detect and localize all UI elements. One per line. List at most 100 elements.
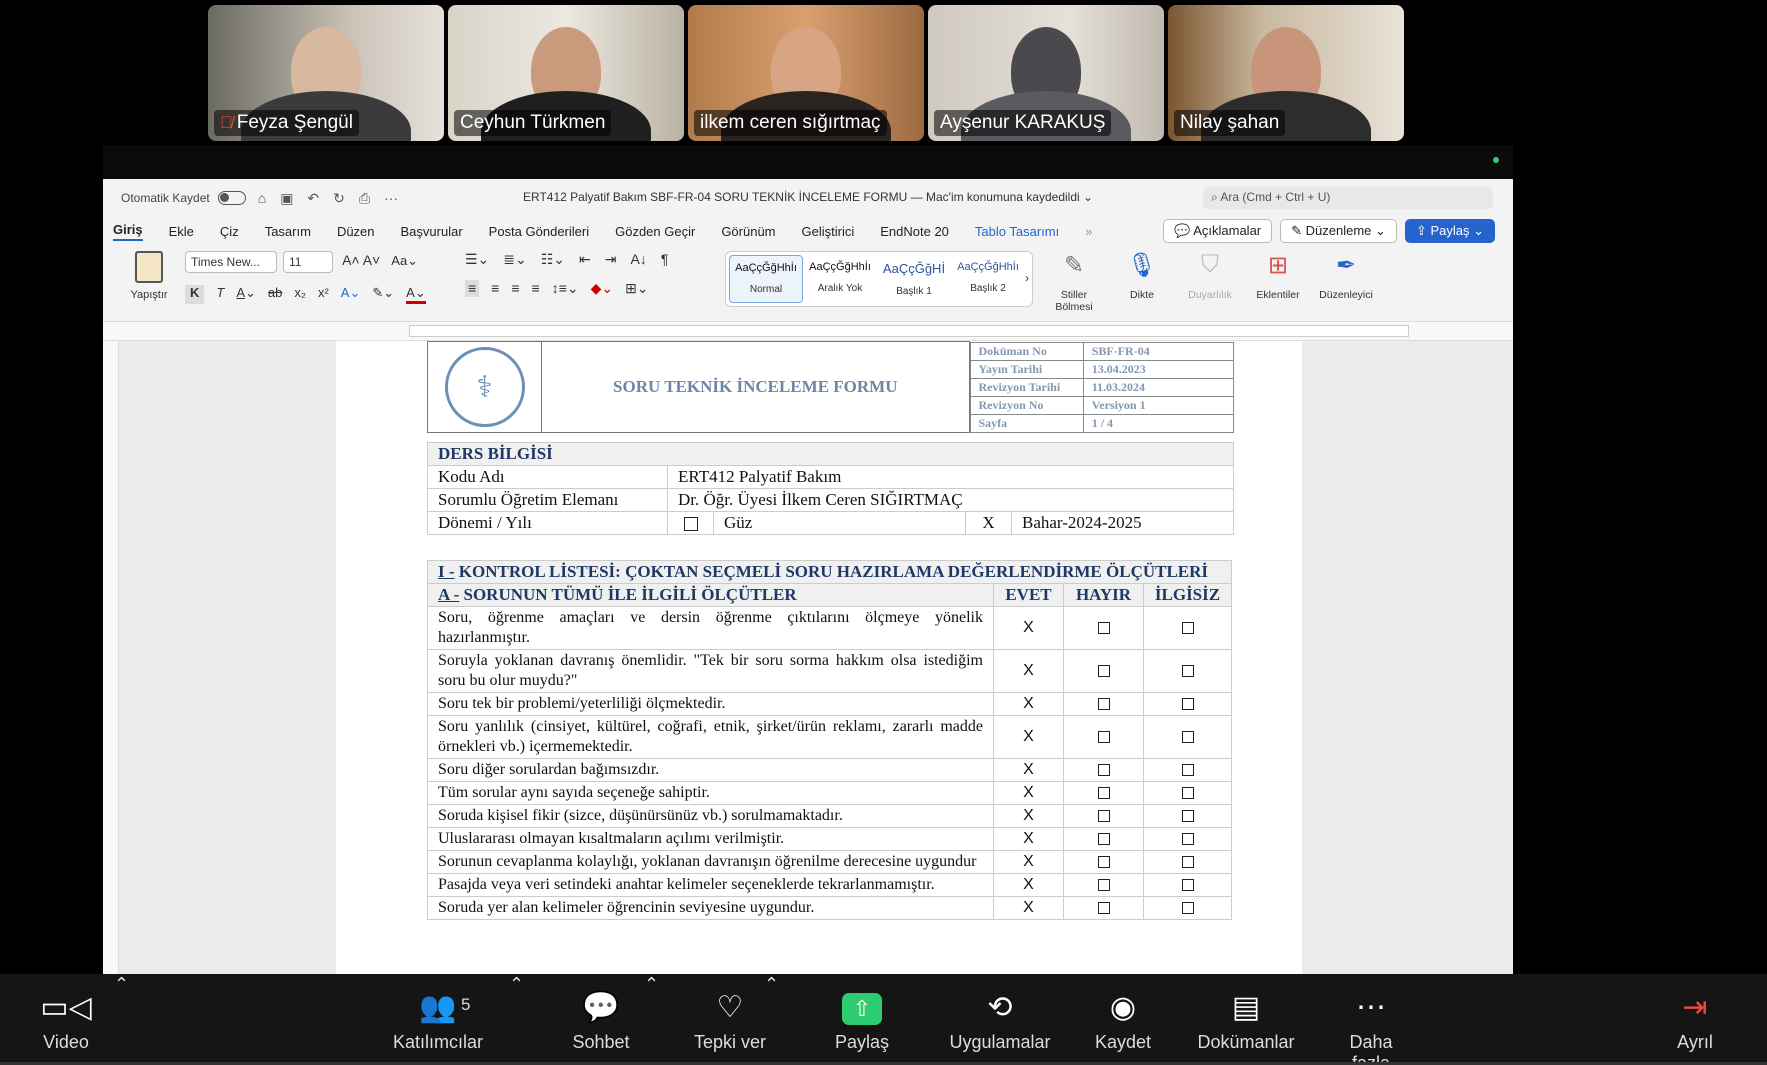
- align-right-icon[interactable]: ≡: [511, 280, 519, 297]
- show-formatting-icon[interactable]: ¶: [661, 251, 669, 268]
- not-applicable-checkbox[interactable]: [1143, 606, 1232, 650]
- yes-mark[interactable]: X: [993, 896, 1064, 920]
- participants-button[interactable]: 👥 Katılımcılar: [388, 974, 488, 1053]
- sensitivity-button[interactable]: ⛉ Duyarlılık: [1177, 251, 1243, 301]
- video-options-caret[interactable]: ⌃: [114, 974, 129, 995]
- numbering-icon[interactable]: ≣⌄: [503, 251, 526, 268]
- align-center-icon[interactable]: ≡: [491, 280, 499, 297]
- tab-mailings[interactable]: Posta Gönderileri: [489, 224, 589, 239]
- horizontal-ruler[interactable]: [103, 321, 1513, 341]
- strikethrough-icon[interactable]: ab: [268, 285, 282, 304]
- underline-icon[interactable]: A⌄: [236, 285, 256, 304]
- tab-draw[interactable]: Çiz: [220, 224, 239, 239]
- redo-icon[interactable]: ↻: [333, 190, 345, 207]
- multilevel-list-icon[interactable]: ☷⌄: [541, 251, 565, 268]
- instructor-value[interactable]: Dr. Öğr. Üyesi İlkem Ceren SIĞIRTMAÇ: [667, 488, 1234, 512]
- tab-developer[interactable]: Geliştirici: [802, 224, 855, 239]
- addins-button[interactable]: ⊞ Eklentiler: [1245, 251, 1311, 301]
- document-title[interactable]: ERT412 Palyatif Bakım SBF-FR-04 SORU TEK…: [523, 190, 1093, 204]
- video-button[interactable]: ▭◁ Video: [38, 974, 94, 1053]
- increase-indent-icon[interactable]: ⇥: [605, 251, 617, 268]
- autosave-toggle[interactable]: [217, 191, 246, 205]
- style-normal[interactable]: AaÇçĞğHhİı Normal: [729, 255, 803, 303]
- not-applicable-checkbox[interactable]: [1143, 873, 1232, 897]
- italic-icon[interactable]: T: [216, 285, 224, 304]
- chat-button[interactable]: 💬 Sohbet: [570, 974, 632, 1053]
- tab-view[interactable]: Görünüm: [721, 224, 775, 239]
- font-size-select[interactable]: 11: [283, 251, 333, 273]
- participants-options-caret[interactable]: ⌃: [509, 974, 524, 995]
- participant-tile-active-speaker[interactable]: Ceyhun Türkmen: [448, 5, 684, 141]
- yes-mark[interactable]: X: [993, 606, 1064, 650]
- style-heading-1[interactable]: AaÇçĞğHİ Başlık 1: [877, 255, 951, 303]
- dictate-button[interactable]: 🎙 Dikte: [1109, 251, 1175, 301]
- no-checkbox[interactable]: [1063, 827, 1144, 851]
- styles-more-icon[interactable]: ›: [1025, 255, 1029, 303]
- document-page[interactable]: ⚕ SORU TEKNİK İNCELEME FORMU Doküman No S…: [336, 341, 1302, 974]
- home-icon[interactable]: ⌂: [258, 190, 266, 206]
- participant-tile[interactable]: 🎙̸ Feyza Şengül: [208, 5, 444, 141]
- search-input[interactable]: ⌕ Ara (Cmd + Ctrl + U): [1203, 187, 1493, 209]
- apps-button[interactable]: ⟲ Uygulamalar: [948, 974, 1052, 1053]
- participant-tile[interactable]: Nilay şahan: [1168, 5, 1404, 141]
- editor-button[interactable]: ✒ Düzenleyici: [1313, 251, 1379, 301]
- font-color-icon[interactable]: A⌄: [406, 285, 426, 304]
- more-icon[interactable]: ···: [384, 190, 398, 206]
- print-icon[interactable]: ⎙: [359, 190, 370, 207]
- tab-layout[interactable]: Düzen: [337, 224, 375, 239]
- documents-button[interactable]: ▤ Dokümanlar: [1194, 974, 1298, 1053]
- participant-tile[interactable]: ilkem ceren sığırtmaç: [688, 5, 924, 141]
- no-checkbox[interactable]: [1063, 606, 1144, 650]
- fall-checkbox[interactable]: [667, 511, 714, 535]
- tab-insert[interactable]: Ekle: [169, 224, 194, 239]
- react-options-caret[interactable]: ⌃: [764, 974, 779, 995]
- tab-review[interactable]: Gözden Geçir: [615, 224, 695, 239]
- shared-word-window[interactable]: Otomatik Kaydet ⌂ ▣ ↶ ↻ ⎙ ··· ERT412 Pal…: [103, 179, 1513, 974]
- undo-icon[interactable]: ↶: [307, 190, 319, 207]
- save-icon[interactable]: ▣: [280, 190, 293, 207]
- decrease-indent-icon[interactable]: ⇤: [579, 251, 591, 268]
- tabs-overflow-icon[interactable]: »: [1085, 224, 1092, 239]
- yes-mark[interactable]: X: [993, 827, 1064, 851]
- not-applicable-checkbox[interactable]: [1143, 896, 1232, 920]
- yes-mark[interactable]: X: [993, 649, 1064, 693]
- borders-icon[interactable]: ⊞⌄: [625, 280, 648, 297]
- superscript-icon[interactable]: x²: [318, 285, 329, 304]
- yes-mark[interactable]: X: [993, 715, 1064, 759]
- leave-button[interactable]: ⇥ Ayrıl: [1673, 974, 1717, 1053]
- line-spacing-icon[interactable]: ↕≡⌄: [552, 280, 579, 297]
- text-effects-icon[interactable]: A⌄: [341, 285, 361, 304]
- no-checkbox[interactable]: [1063, 781, 1144, 805]
- share-screen-button[interactable]: ⇧ Paylaş: [832, 974, 892, 1053]
- spring-checkbox-mark[interactable]: X: [965, 511, 1012, 535]
- font-name-select[interactable]: Times New...: [185, 251, 277, 273]
- subscript-icon[interactable]: x₂: [294, 285, 306, 304]
- yes-mark[interactable]: X: [993, 873, 1064, 897]
- comments-button[interactable]: 💬 Açıklamalar: [1163, 219, 1273, 243]
- no-checkbox[interactable]: [1063, 758, 1144, 782]
- style-heading-2[interactable]: AaÇçĞğHhİı Başlık 2: [951, 255, 1025, 303]
- more-button[interactable]: ⋯ Daha fazla: [1328, 974, 1414, 1065]
- participant-tile[interactable]: Ayşenur KARAKUŞ: [928, 5, 1164, 141]
- not-applicable-checkbox[interactable]: [1143, 758, 1232, 782]
- yes-mark[interactable]: X: [993, 758, 1064, 782]
- justify-icon[interactable]: ≡: [532, 280, 540, 297]
- not-applicable-checkbox[interactable]: [1143, 850, 1232, 874]
- bullets-icon[interactable]: ☰⌄: [465, 251, 489, 268]
- grow-font-icon[interactable]: A˄ A˅: [342, 252, 380, 268]
- not-applicable-checkbox[interactable]: [1143, 827, 1232, 851]
- align-left-icon[interactable]: ≡: [465, 280, 480, 297]
- tab-references[interactable]: Başvurular: [401, 224, 463, 239]
- chat-options-caret[interactable]: ⌃: [644, 974, 659, 995]
- vertical-ruler[interactable]: [103, 341, 119, 974]
- tab-table-design[interactable]: Tablo Tasarımı: [975, 224, 1059, 239]
- not-applicable-checkbox[interactable]: [1143, 692, 1232, 716]
- record-button[interactable]: ◉ Kaydet: [1092, 974, 1154, 1053]
- sort-icon[interactable]: A↓: [631, 251, 647, 268]
- not-applicable-checkbox[interactable]: [1143, 804, 1232, 828]
- yes-mark[interactable]: X: [993, 804, 1064, 828]
- no-checkbox[interactable]: [1063, 873, 1144, 897]
- change-case-icon[interactable]: Aa⌄: [391, 253, 418, 268]
- tab-home[interactable]: Giriş: [113, 222, 143, 241]
- no-checkbox[interactable]: [1063, 896, 1144, 920]
